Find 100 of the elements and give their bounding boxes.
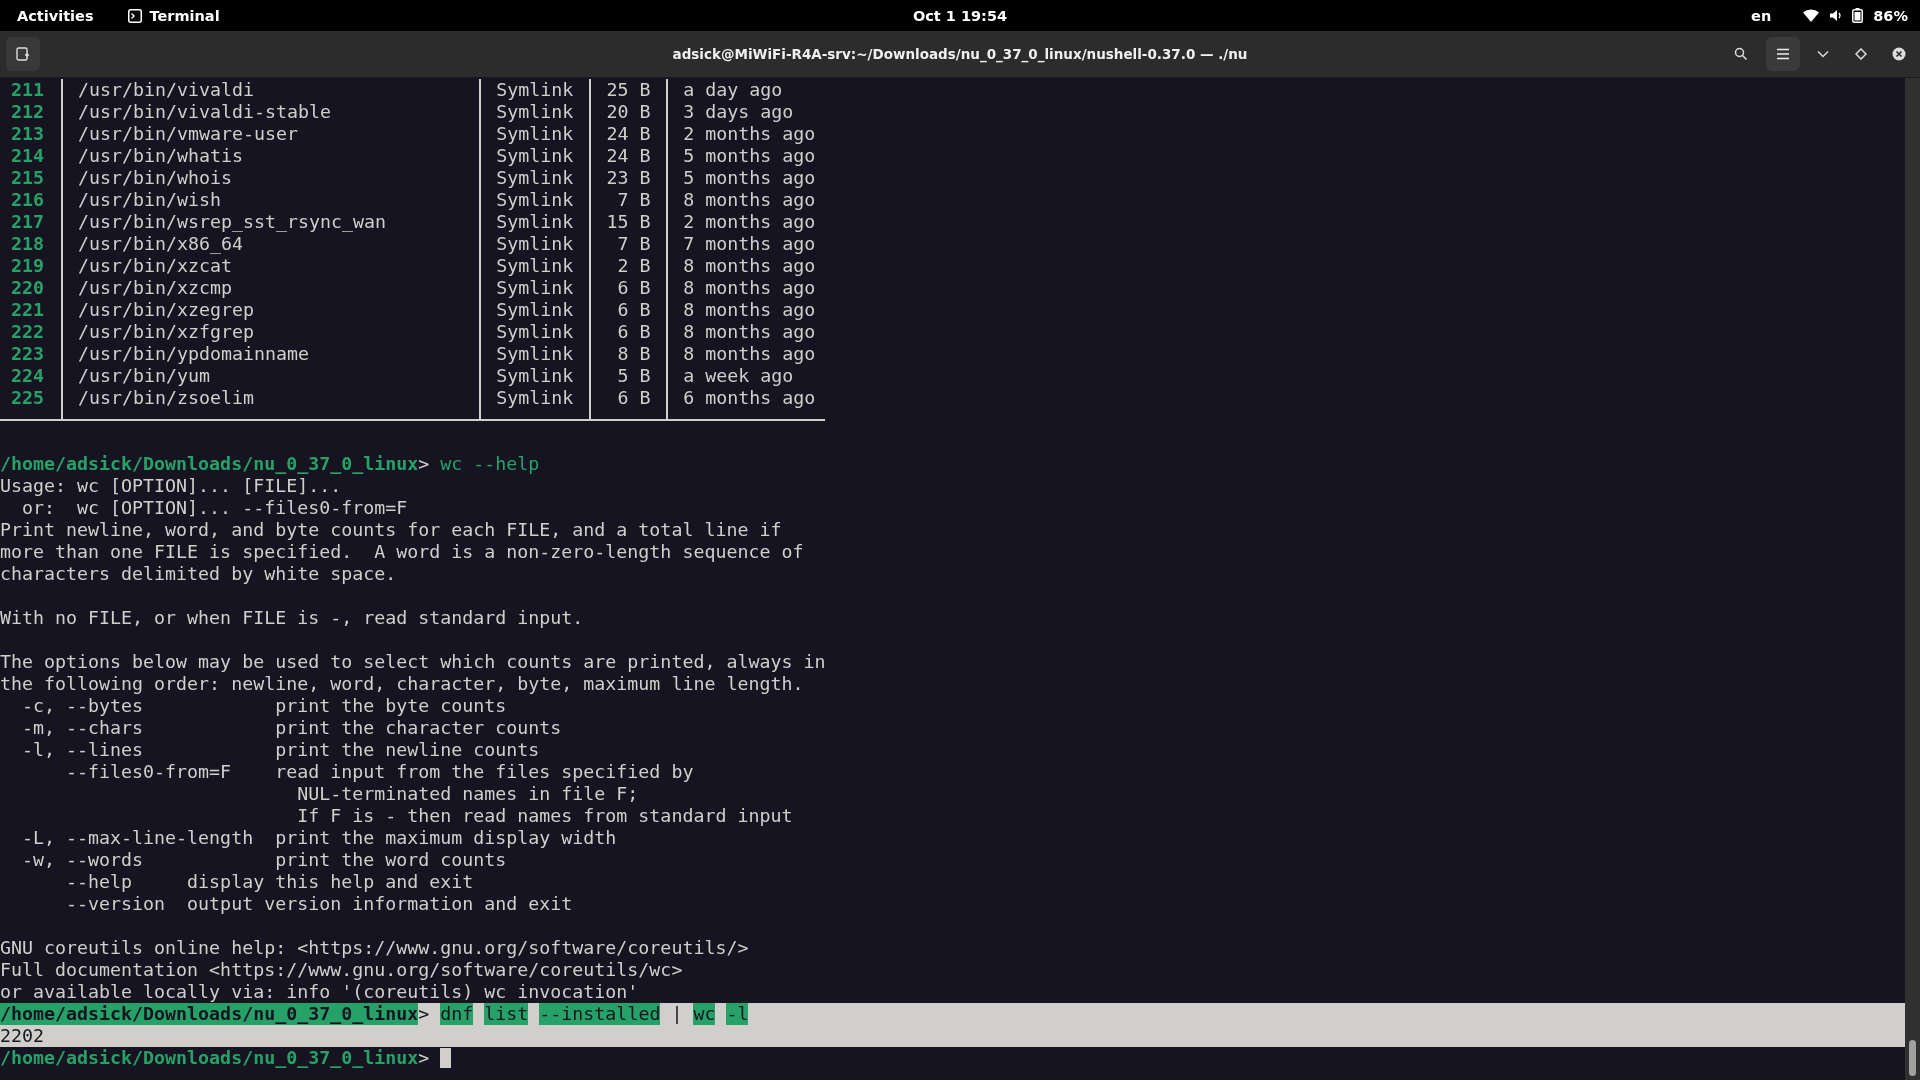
terminal-line: With no FILE, or when FILE is -, read standard input. — [0, 607, 585, 629]
table-cell: /usr/bin/vivaldi — [77, 79, 255, 100]
pipe-symbol: | — [671, 1003, 683, 1025]
row-number: 218 — [11, 233, 45, 254]
scrollbar[interactable] — [1905, 78, 1920, 1080]
command-token: --help — [473, 453, 540, 475]
battery-icon[interactable] — [1852, 8, 1864, 23]
terminal-line: Usage: wc [OPTION]... [FILE]... — [0, 475, 343, 497]
table-cell: 3 days ago — [683, 101, 794, 122]
terminal-line: or available locally via: info '(coreutils) wc invocation' — [0, 981, 640, 1003]
command-token: wc — [693, 1003, 716, 1025]
terminal-line: characters delimited by white space. — [0, 563, 398, 585]
table-cell: 24 B — [606, 123, 651, 144]
row-number: 221 — [11, 299, 45, 320]
keyboard-layout[interactable]: en — [1751, 7, 1772, 24]
new-tab-icon — [16, 47, 30, 61]
command-token: dnf — [440, 1003, 474, 1025]
terminal-line: GNU coreutils online help: <https://www.gnu.org/software/coreutils/> — [0, 937, 750, 959]
table-cell: /usr/bin/yum — [77, 365, 210, 386]
table-cell: 23 B — [606, 167, 651, 188]
wifi-icon[interactable] — [1803, 9, 1820, 22]
table-cell: 6 months ago — [683, 387, 816, 408]
command-token: wc — [440, 453, 463, 475]
table-cell: 6 B — [617, 299, 651, 320]
terminal-line: -w, --words print the word counts — [21, 849, 508, 871]
table-cell: /usr/bin/xzegrep — [77, 299, 255, 320]
app-menu-label[interactable]: Terminal — [149, 7, 220, 24]
prompt-path: /home/adsick/Downloads/nu_0_37_0_linux — [0, 1003, 419, 1025]
prompt-path: /home/adsick/Downloads/nu_0_37_0_linux — [0, 453, 419, 475]
command-token: -l — [726, 1003, 749, 1025]
table-cell: a week ago — [683, 365, 794, 386]
clock[interactable]: Oct 1 19:54 — [912, 7, 1008, 24]
table-cell: Symlink — [496, 79, 574, 100]
table-cell: 6 B — [617, 387, 651, 408]
activities-button[interactable]: Activities — [17, 7, 94, 24]
table-cell: /usr/bin/wish — [77, 189, 222, 210]
search-icon — [1734, 47, 1748, 61]
table-cell: /usr/bin/xzcat — [77, 255, 233, 276]
row-number: 222 — [11, 321, 45, 342]
table-cell: 8 B — [617, 343, 651, 364]
terminal-line: NUL-terminated names in file F; — [296, 783, 640, 805]
table-cell: /usr/bin/whois — [77, 167, 233, 188]
terminal-line: If F is - then read names from standard input — [296, 805, 794, 827]
row-number: 219 — [11, 255, 45, 276]
menu-button[interactable] — [1766, 37, 1800, 71]
table-cell: 7 B — [617, 189, 651, 210]
table-cell: 8 months ago — [683, 343, 816, 364]
table-cell: Symlink — [496, 145, 574, 166]
volume-icon[interactable] — [1829, 9, 1843, 22]
prompt-symbol: > — [418, 1003, 430, 1025]
table-cell: Symlink — [496, 101, 574, 122]
table-cell: 20 B — [606, 101, 651, 122]
diamond-icon — [1855, 48, 1867, 60]
row-number: 224 — [11, 365, 45, 386]
row-number: 211 — [11, 79, 45, 100]
table-cell: Symlink — [496, 321, 574, 342]
table-cell: 8 months ago — [683, 277, 816, 298]
new-tab-button[interactable] — [6, 37, 40, 71]
table-cell: 6 B — [617, 277, 651, 298]
terminal-line: or: wc [OPTION]... --files0-from=F — [21, 497, 409, 519]
table-cell: 8 months ago — [683, 189, 816, 210]
table-cell: /usr/bin/vmware-user — [77, 123, 299, 144]
scrollbar-thumb[interactable] — [1909, 1040, 1916, 1076]
table-cell: /usr/bin/x86_64 — [77, 233, 244, 254]
table-cell: 7 months ago — [683, 233, 816, 254]
table-cell: 2 months ago — [683, 211, 816, 232]
table-cell: Symlink — [496, 123, 574, 144]
row-number: 217 — [11, 211, 45, 232]
row-number: 214 — [11, 145, 45, 166]
command-token: --installed — [539, 1003, 661, 1025]
window-title: adsick@MiWiFi-R4A-srv:~/Downloads/nu_0_37_0_linux/nushell-0.37.0 — ./nu — [672, 46, 1248, 62]
prompt-path: /home/adsick/Downloads/nu_0_37_0_linux — [0, 1047, 419, 1069]
table-cell: 6 B — [617, 321, 651, 342]
table-cell: 24 B — [606, 145, 651, 166]
terminal-line: -m, --chars print the character counts — [21, 717, 563, 739]
table-cell: Symlink — [496, 167, 574, 188]
table-cell: a day ago — [683, 79, 783, 100]
terminal-line: Print newline, word, and byte counts for each FILE, and a total line if — [0, 519, 783, 541]
terminal-line: -c, --bytes print the byte counts — [21, 695, 508, 717]
table-cell: /usr/bin/zsoelim — [77, 387, 255, 408]
command-token: list — [484, 1003, 529, 1025]
row-number: 220 — [11, 277, 45, 298]
table-cell: 5 B — [617, 365, 651, 386]
terminal-line: --files0-from=F read input from the files specified by — [65, 761, 695, 783]
table-cell: 25 B — [606, 79, 651, 100]
table-cell: Symlink — [496, 277, 574, 298]
terminal-line: the following order: newline, word, character, byte, maximum line length. — [0, 673, 805, 695]
table-cell: Symlink — [496, 365, 574, 386]
row-number: 212 — [11, 101, 45, 122]
prompt-symbol: > — [418, 453, 430, 475]
table-cell: Symlink — [496, 233, 574, 254]
table-cell: /usr/bin/wsrep_sst_rsync_wan — [77, 211, 387, 232]
table-cell: 5 months ago — [683, 167, 816, 188]
table-cell: /usr/bin/vivaldi-stable — [77, 101, 332, 122]
terminal-line: -L, --max-line-length print the maximum display width — [21, 827, 618, 849]
table-cell: 8 months ago — [683, 255, 816, 276]
table-cell: Symlink — [496, 189, 574, 210]
row-number: 215 — [11, 167, 45, 188]
table-cell: 15 B — [606, 211, 651, 232]
table-cell: Symlink — [496, 387, 574, 408]
